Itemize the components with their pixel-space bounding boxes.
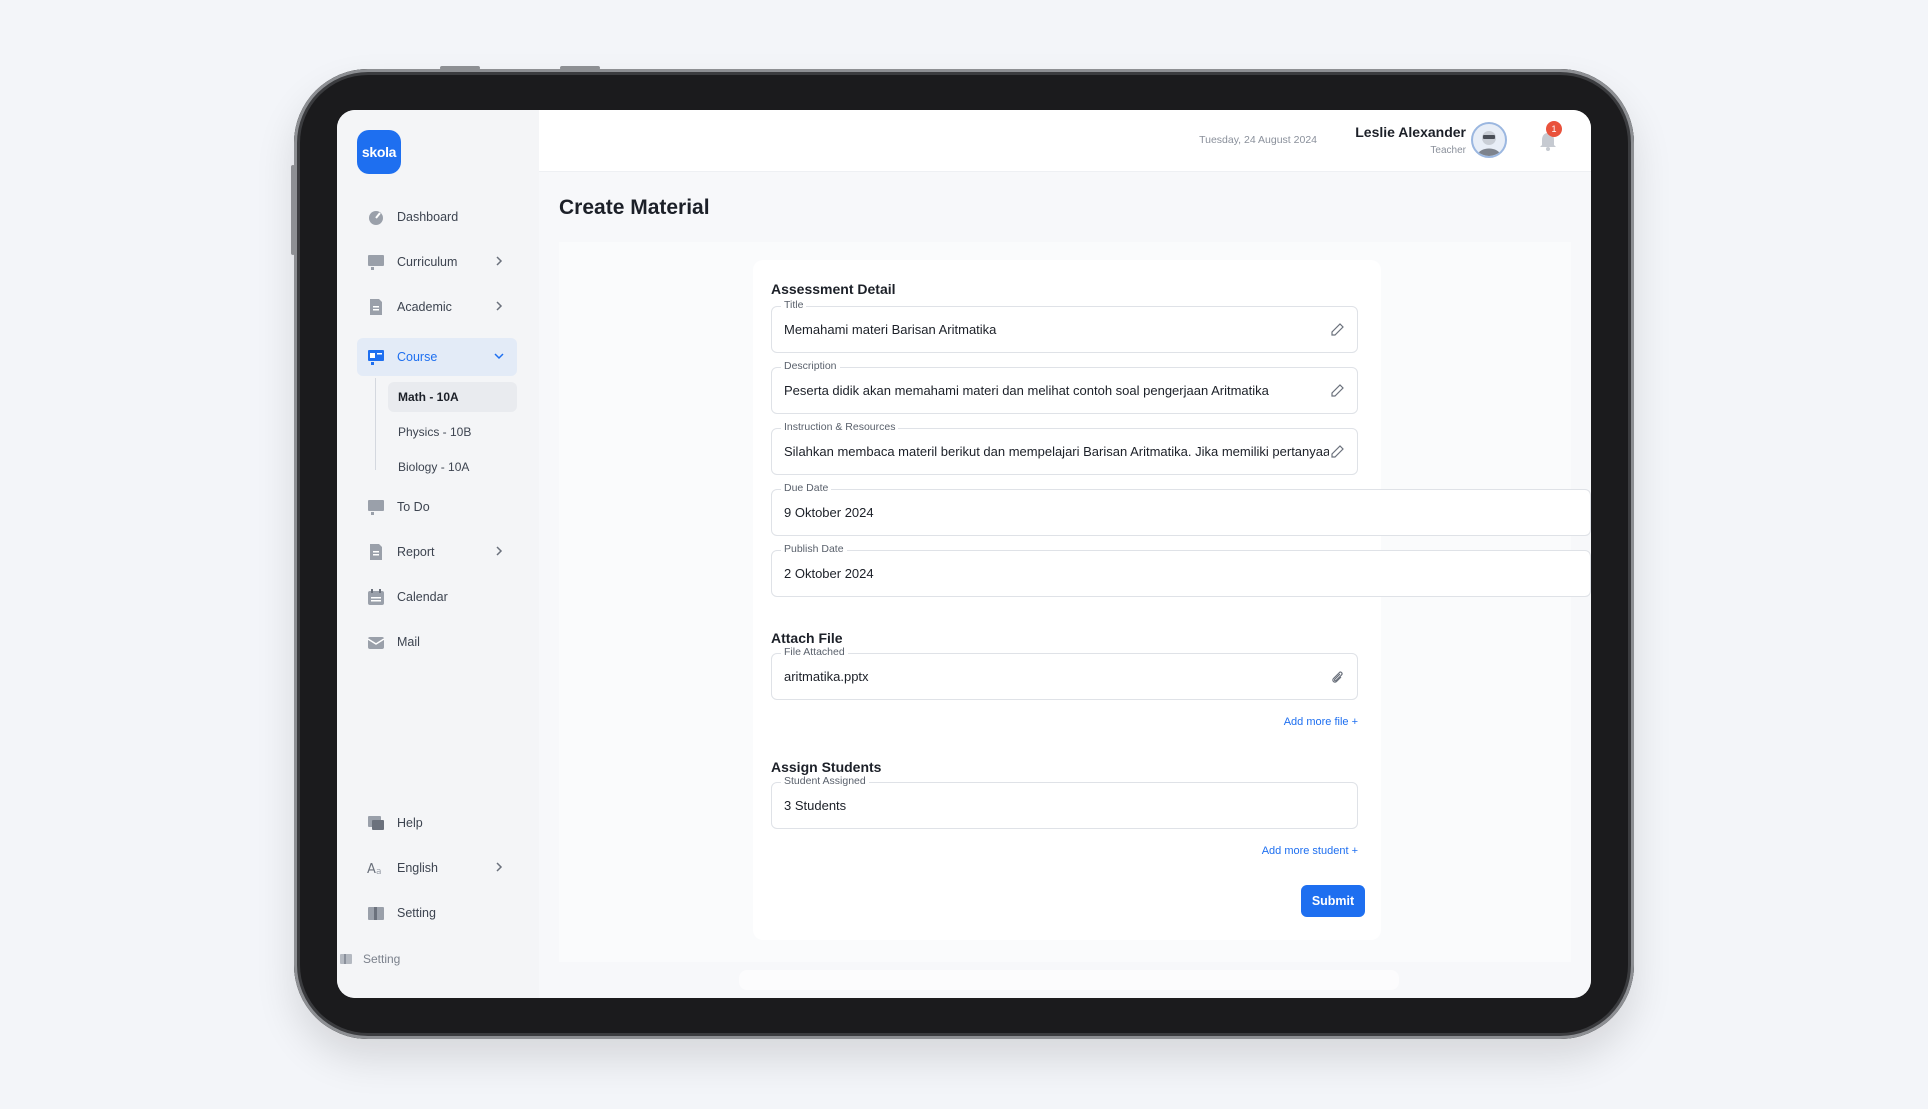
chevron-right-icon (496, 546, 503, 556)
sidebar-item-label: Setting (397, 906, 436, 920)
notification-badge: 1 (1546, 121, 1562, 137)
sidebar-item-report[interactable]: Report (357, 533, 517, 571)
field-label: Due Date (781, 482, 832, 494)
sidebar-item-label: Report (397, 545, 435, 559)
user-role: Teacher (1430, 145, 1466, 156)
material-form-card: Assessment Detail Title Memahami materi … (753, 260, 1591, 940)
current-date: Tuesday, 24 August 2024 (1199, 134, 1317, 146)
chevron-down-icon (494, 353, 504, 360)
instruction-field[interactable]: Instruction & Resources Silahkan membaca… (771, 421, 1358, 475)
top-header: Tuesday, 24 August 2024 Leslie Alexander… (539, 110, 1591, 172)
app-logo[interactable]: skola (357, 130, 401, 174)
tablet-top-button (560, 66, 600, 70)
add-student-link[interactable]: Add more student + (1262, 845, 1358, 857)
field-value: Peserta didik akan memahami materi dan m… (784, 383, 1269, 398)
help-icon (368, 816, 384, 830)
pencil-icon[interactable] (1329, 322, 1345, 338)
sidebar-item-label: Dashboard (397, 210, 459, 224)
submenu-item-physics[interactable]: Physics - 10B (388, 417, 517, 447)
user-avatar-icon (1477, 131, 1501, 156)
card-shadow-layer (739, 970, 1399, 990)
ghost-setting-label: Setting (363, 952, 401, 966)
mail-icon (367, 637, 385, 649)
file-attached-field[interactable]: File Attached aritmatika.pptx (771, 646, 1358, 700)
field-label: Description (781, 360, 840, 372)
setting-icon (340, 954, 352, 964)
course-icon (368, 350, 384, 365)
sidebar-item-language[interactable]: Aa English (357, 849, 517, 887)
sidebar-item-label: Course (397, 350, 438, 364)
sidebar-item-label: To Do (397, 500, 430, 514)
sidebar-item-label: Help (397, 816, 423, 830)
sidebar-item-todo[interactable]: To Do (357, 488, 517, 526)
add-file-link[interactable]: Add more file + (1284, 716, 1358, 728)
field-value: aritmatika.pptx (784, 669, 869, 684)
chevron-right-icon (496, 256, 503, 266)
svg-text:a: a (376, 867, 382, 877)
publish-date-field[interactable]: Publish Date 2 Oktober 2024 (771, 543, 1591, 597)
field-value: Silahkan membaca materil berikut dan mem… (784, 444, 1329, 459)
title-field[interactable]: Title Memahami materi Barisan Aritmatika (771, 299, 1358, 353)
setting-icon (368, 907, 384, 920)
calendar-icon (368, 589, 384, 605)
sidebar-item-label: Curriculum (397, 255, 458, 269)
sidebar-item-course[interactable]: Course (357, 338, 517, 376)
todo-icon (368, 500, 384, 515)
field-label: Student Assigned (781, 775, 869, 787)
svg-text:A: A (367, 862, 376, 877)
avatar[interactable] (1471, 122, 1507, 158)
chevron-right-icon (496, 862, 503, 872)
sidebar-item-curriculum[interactable]: Curriculum (357, 243, 517, 281)
sidebar-item-calendar[interactable]: Calendar (357, 578, 517, 616)
language-icon: Aa (367, 862, 382, 877)
dashboard-icon (369, 211, 383, 225)
sidebar: skola Dashboard Curriculum Academic Cour… (337, 110, 539, 998)
pencil-icon[interactable] (1329, 383, 1345, 399)
sidebar-item-label: Calendar (397, 590, 448, 604)
submit-button[interactable]: Submit (1301, 885, 1365, 917)
chevron-right-icon (496, 301, 503, 311)
sidebar-item-academic[interactable]: Academic (357, 288, 517, 326)
submenu-item-math[interactable]: Math - 10A (388, 382, 517, 412)
due-date-field[interactable]: Due Date 9 Oktober 2024 (771, 482, 1591, 536)
field-label: Title (781, 299, 807, 311)
app-screen: skola Dashboard Curriculum Academic Cour… (337, 110, 1591, 998)
ghost-setting-item: Setting (339, 952, 400, 966)
pencil-icon[interactable] (1329, 444, 1345, 460)
field-label: Publish Date (781, 543, 847, 555)
description-field[interactable]: Description Peserta didik akan memahami … (771, 360, 1358, 414)
sidebar-item-mail[interactable]: Mail (357, 623, 517, 661)
submenu-connector (375, 378, 376, 470)
section-title-assign: Assign Students (771, 759, 882, 775)
sidebar-item-label: Mail (397, 635, 420, 649)
field-value: 3 Students (784, 798, 847, 813)
tablet-top-button (440, 66, 480, 70)
field-value: Memahami materi Barisan Aritmatika (784, 322, 997, 337)
paperclip-icon[interactable] (1329, 669, 1345, 685)
field-label: Instruction & Resources (781, 421, 899, 433)
report-icon (370, 544, 382, 560)
main-content: Create Material Assessment Detail Title … (539, 172, 1591, 998)
section-title-assessment: Assessment Detail (771, 281, 896, 297)
sidebar-item-label: Academic (397, 300, 452, 314)
curriculum-icon (368, 255, 384, 270)
section-title-attach: Attach File (771, 630, 843, 646)
sidebar-item-dashboard[interactable]: Dashboard (357, 198, 517, 236)
student-assigned-field[interactable]: Student Assigned 3 Students (771, 775, 1358, 829)
field-value: 9 Oktober 2024 (784, 505, 874, 520)
sidebar-item-help[interactable]: Help (357, 804, 517, 842)
page-title: Create Material (559, 196, 710, 219)
sidebar-item-label: English (397, 861, 438, 875)
submenu-item-biology[interactable]: Biology - 10A (388, 452, 517, 482)
tablet-side-button (291, 165, 295, 255)
field-label: File Attached (781, 646, 848, 658)
sidebar-item-setting[interactable]: Setting (357, 894, 517, 932)
academic-icon (370, 299, 382, 315)
user-name[interactable]: Leslie Alexander (1355, 124, 1466, 140)
field-value: 2 Oktober 2024 (784, 566, 874, 581)
